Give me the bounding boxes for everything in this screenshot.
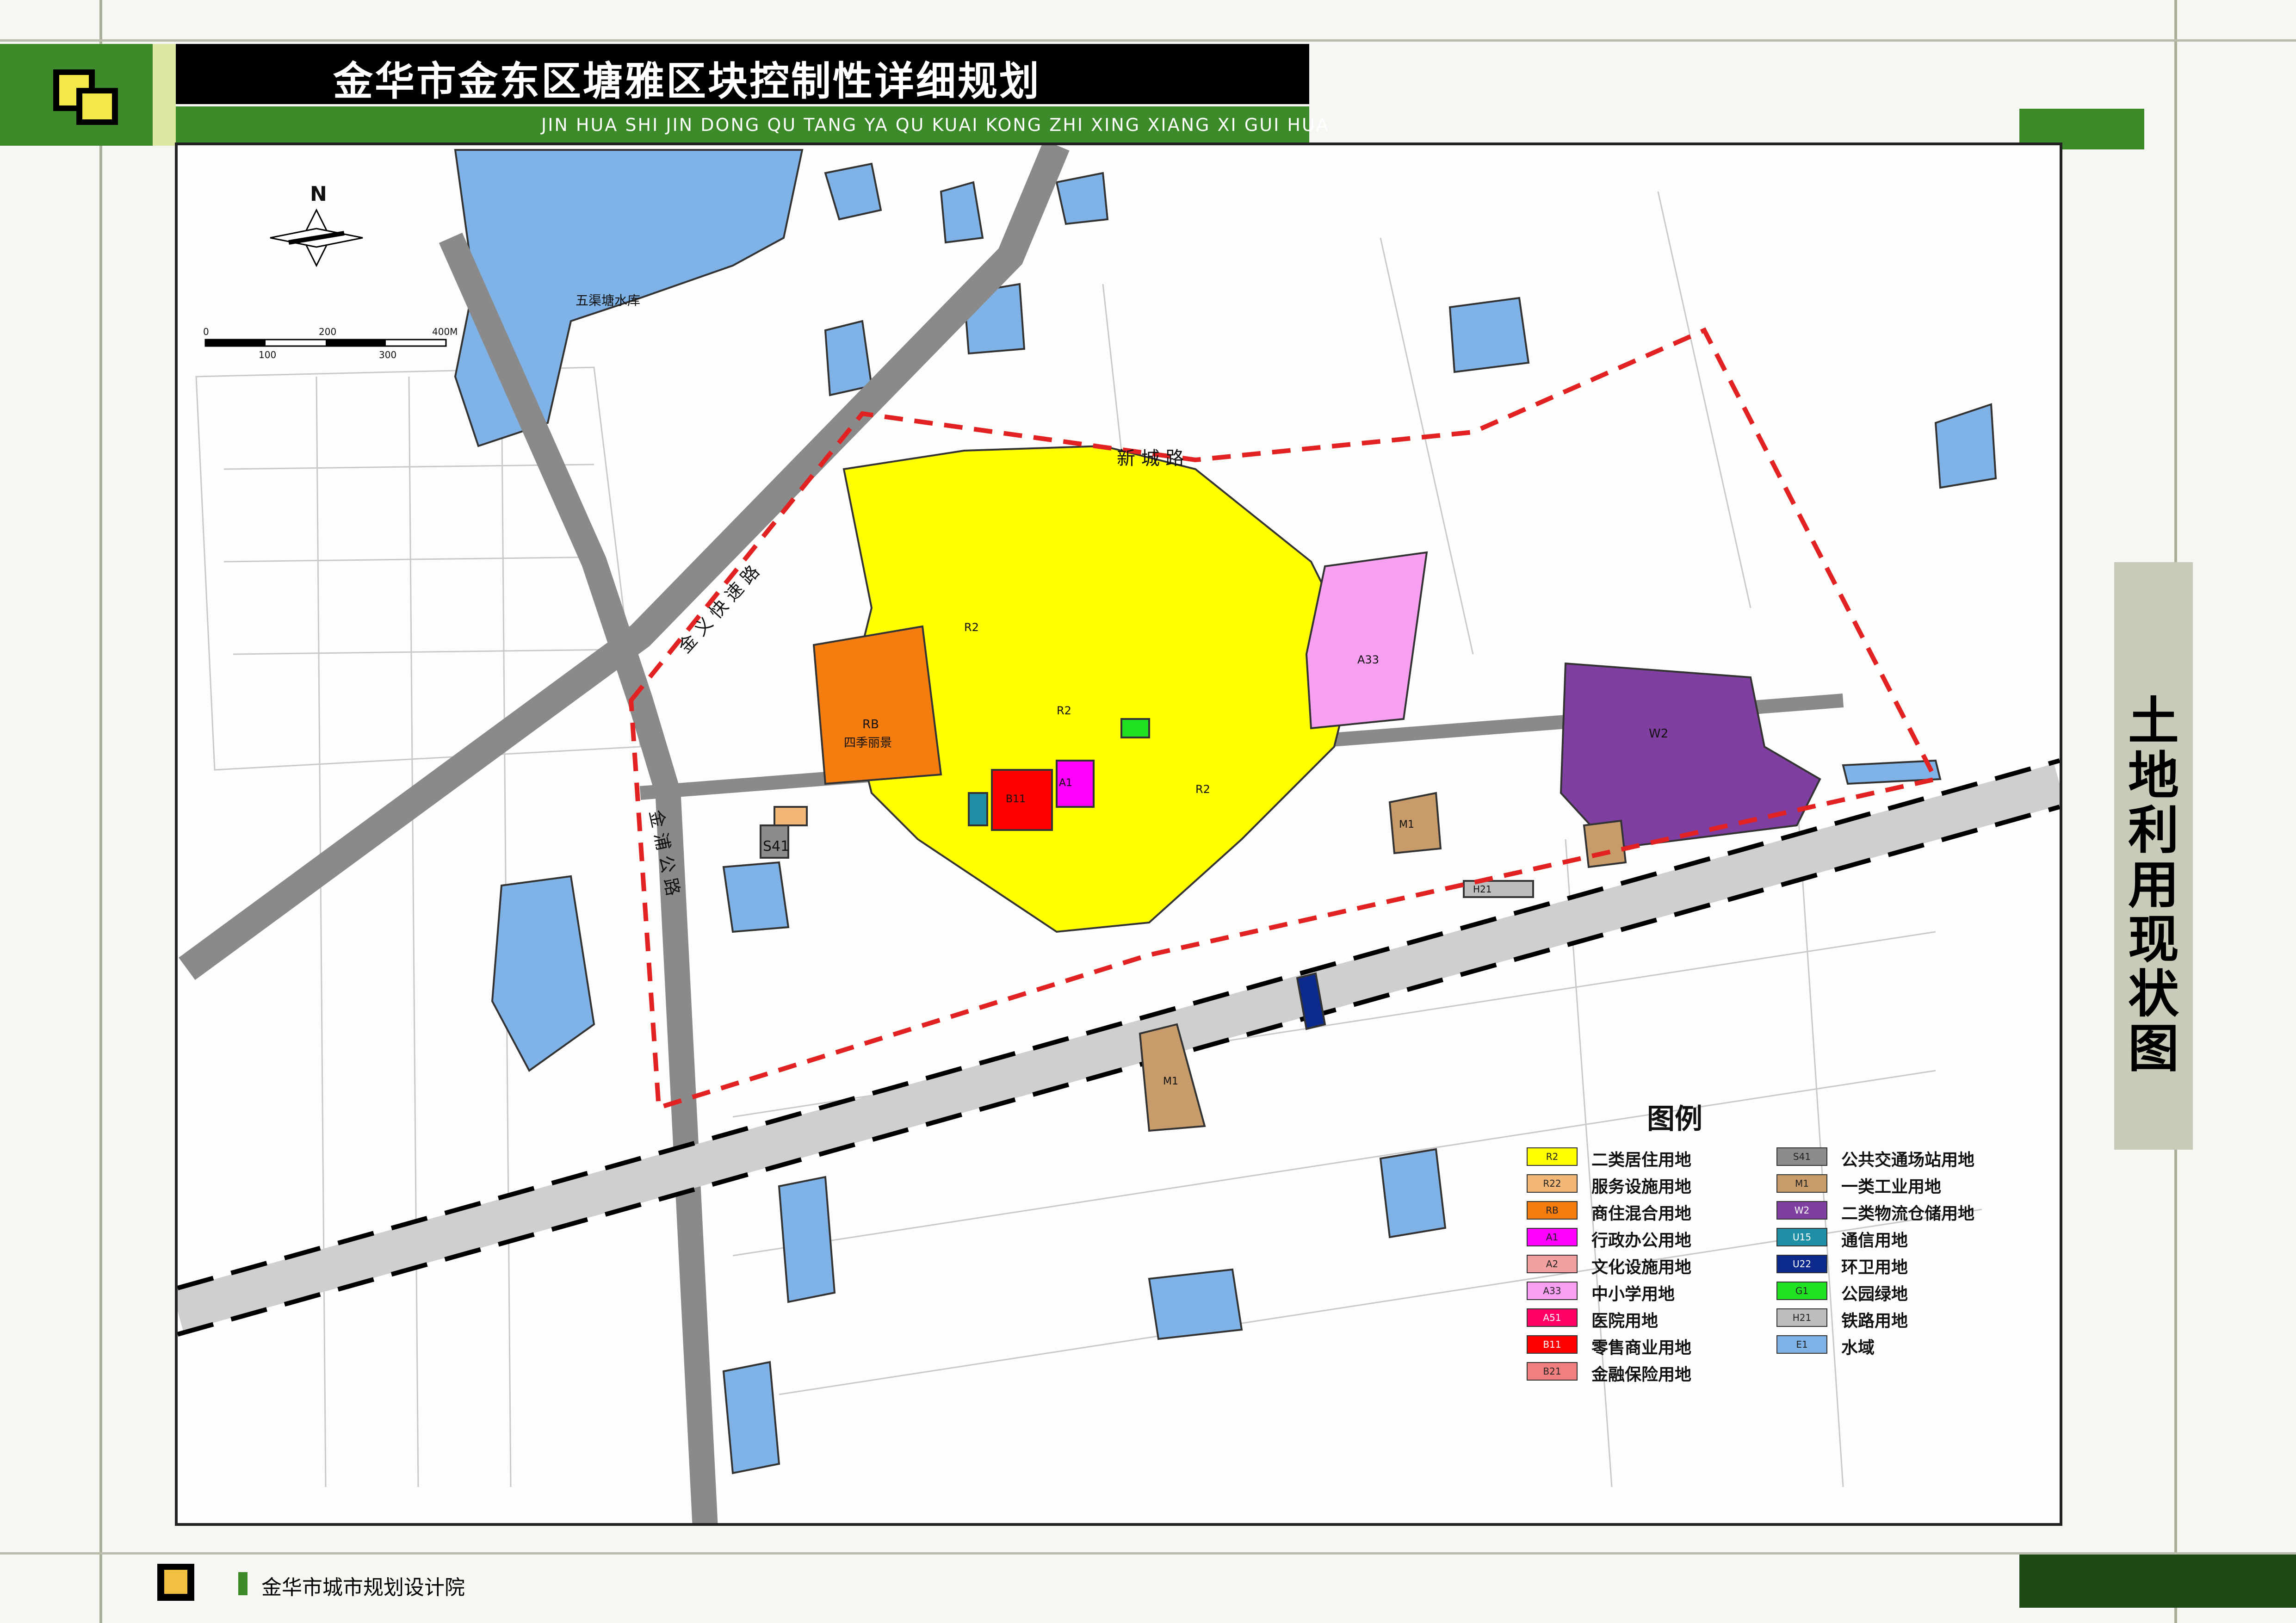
frame-vline-left <box>99 0 102 1623</box>
scale-tick-300: 300 <box>379 349 396 360</box>
scale-tick-100: 100 <box>259 349 276 360</box>
legend-swatch-rb: RB <box>1527 1201 1578 1220</box>
label-r2-c: R2 <box>1195 783 1210 796</box>
side-title: 土地利用现状图 <box>2128 692 2179 1078</box>
legend-label-h21: 铁路用地 <box>1841 1312 1908 1331</box>
legend-swatch-b21: B21 <box>1527 1362 1578 1381</box>
legend-swatch-r22: R22 <box>1527 1174 1578 1193</box>
legend-label-a1: 行政办公用地 <box>1591 1231 1692 1250</box>
footer-accent-bar <box>2019 1555 2296 1608</box>
label-m1-b: M1 <box>1163 1076 1178 1087</box>
legend-swatch-h21: H21 <box>1776 1308 1827 1327</box>
legend-label-a2: 文化设施用地 <box>1591 1258 1692 1277</box>
label-rb: RB <box>862 718 879 731</box>
north-compass-icon: N <box>270 182 363 267</box>
legend-swatch-u22: U22 <box>1776 1255 1827 1273</box>
header-logo-icon <box>53 69 118 125</box>
legend-label-b21: 金融保险用地 <box>1591 1365 1692 1384</box>
legend-swatch-b11: B11 <box>1527 1335 1578 1354</box>
label-r2-a: R2 <box>964 621 979 634</box>
legend-swatch-u15: U15 <box>1776 1228 1827 1246</box>
scale-tick-400: 400M <box>432 326 458 337</box>
legend-label-w2: 二类物流仓储用地 <box>1841 1204 1975 1223</box>
legend-swatch-g1: G1 <box>1776 1282 1827 1300</box>
compass-north-label: N <box>310 182 327 206</box>
legend-label-s41: 公共交通场站用地 <box>1841 1151 1975 1170</box>
label-w2: W2 <box>1649 727 1668 741</box>
label-b11: B11 <box>1006 793 1026 805</box>
legend-swatch-s41: S41 <box>1776 1147 1827 1166</box>
scale-tick-0: 0 <box>203 326 209 337</box>
legend-label-u22: 环卫用地 <box>1841 1258 1908 1277</box>
page-title: 金华市金东区塘雅区块控制性详细规划 <box>333 58 1041 105</box>
label-h21: H21 <box>1473 884 1492 895</box>
legend-swatch-e1: E1 <box>1776 1335 1827 1354</box>
label-a33: A33 <box>1357 653 1379 666</box>
footer-marker <box>238 1572 248 1595</box>
scale-tick-200: 200 <box>319 326 336 337</box>
label-road-xincheng: 新 城 路 <box>1117 448 1184 469</box>
legend-swatch-r2: R2 <box>1527 1147 1578 1166</box>
label-a1: A1 <box>1059 777 1072 789</box>
label-s41: S41 <box>763 838 789 855</box>
legend-label-r2: 二类居住用地 <box>1591 1151 1692 1170</box>
legend-label-rb: 商住混合用地 <box>1591 1204 1692 1223</box>
header-logo-stripe <box>153 44 176 146</box>
legend-swatch-a2: A2 <box>1527 1255 1578 1273</box>
legend-label-r22: 服务设施用地 <box>1591 1177 1692 1196</box>
legend-swatch-a51: A51 <box>1527 1308 1578 1327</box>
legend-label-a51: 医院用地 <box>1591 1312 1659 1331</box>
frame-hline-top <box>0 39 2296 42</box>
legend-label-a33: 中小学用地 <box>1591 1285 1675 1304</box>
legend-swatch-a33: A33 <box>1527 1282 1578 1300</box>
label-siji-lijing: 四季丽景 <box>844 736 892 750</box>
label-reservoir: 五渠塘水库 <box>576 293 640 308</box>
legend-label-g1: 公园绿地 <box>1841 1285 1908 1304</box>
legend-swatch-m1: M1 <box>1776 1174 1827 1193</box>
scale-bar: 0 200 400M 100 300 <box>203 326 458 360</box>
legend-label-m1: 一类工业用地 <box>1841 1177 1942 1196</box>
legend-swatch-a1: A1 <box>1527 1228 1578 1246</box>
page-subtitle: JIN HUA SHI JIN DONG QU TANG YA QU KUAI … <box>541 115 1330 135</box>
label-m1-a: M1 <box>1399 819 1414 830</box>
land-use-parcels <box>760 445 1821 1132</box>
frame-hline-bottom <box>0 1552 2296 1555</box>
legend-label-e1: 水域 <box>1841 1338 1875 1357</box>
legend-swatch-w2: W2 <box>1776 1201 1827 1220</box>
legend-label-b11: 零售商业用地 <box>1591 1338 1692 1357</box>
footer-org: 金华市城市规划设计院 <box>261 1576 465 1599</box>
legend: R2 二类居住用地 R22 服务设施用地 RB 商住混合用地 A1 行政办公用地 A2 文化设施用… <box>1527 1147 2012 1406</box>
legend-label-u15: 通信用地 <box>1841 1231 1908 1250</box>
label-r2-b: R2 <box>1057 704 1071 717</box>
footer-logo-fill <box>164 1570 187 1594</box>
legend-title: 图例 <box>1647 1103 1702 1135</box>
